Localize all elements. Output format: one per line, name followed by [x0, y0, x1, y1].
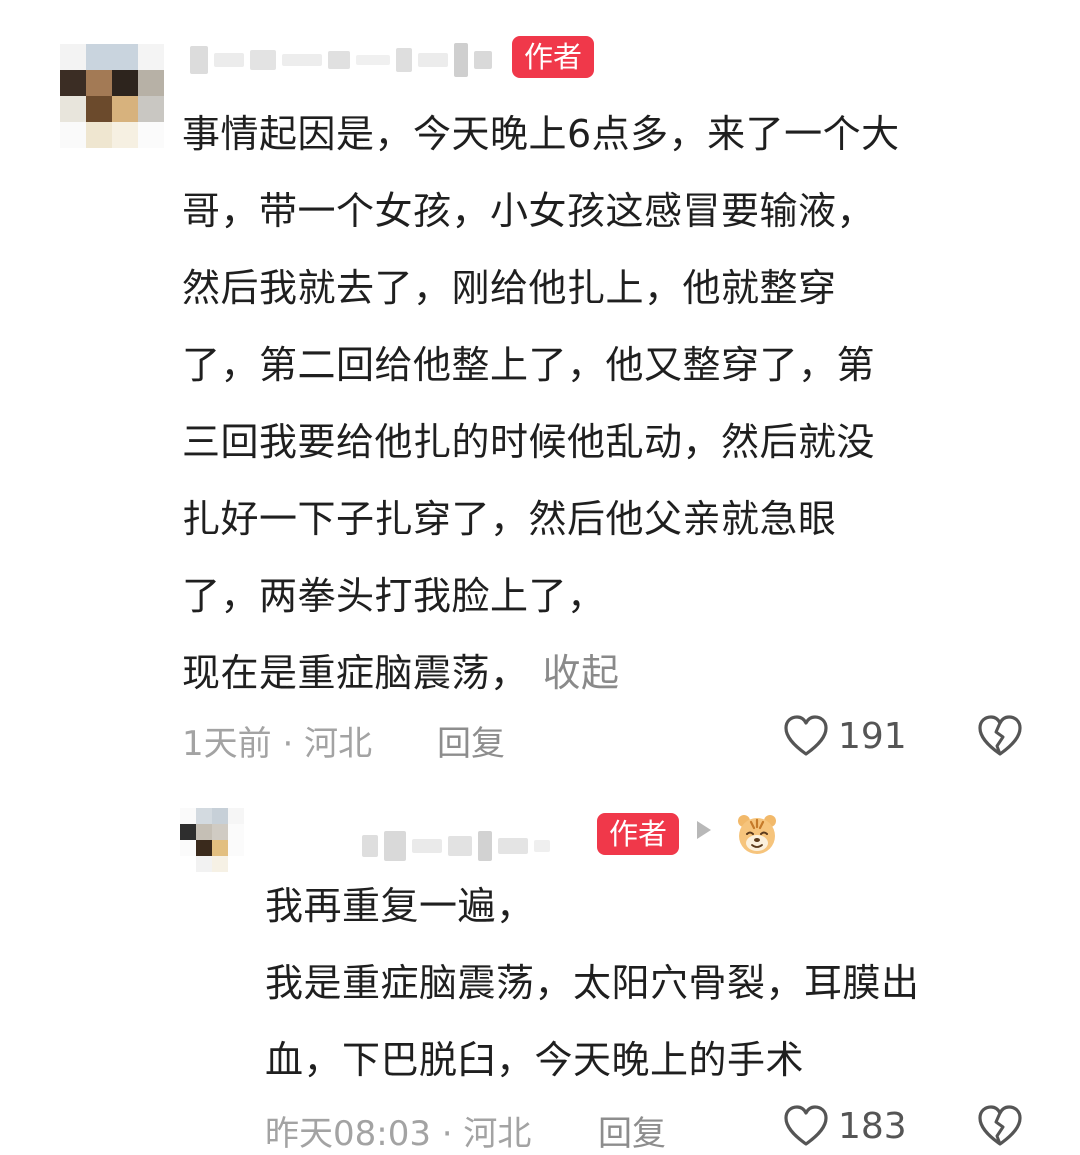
comment-text[interactable]: 事情起因是，今天晚上6点多，来了一个大 哥，带一个女孩，小女孩这感冒要输液， 然…: [182, 96, 1062, 712]
avatar[interactable]: [60, 44, 164, 148]
author-badge: 作者: [512, 36, 595, 78]
comment-time: 1天前: [182, 724, 272, 764]
reply-button[interactable]: 回复: [437, 716, 505, 765]
like-count: 183: [838, 1106, 907, 1147]
avatar[interactable]: [180, 808, 244, 872]
comment-line: 哥，带一个女孩，小女孩这感冒要输液，: [182, 189, 876, 233]
tiger-face-icon: [738, 815, 776, 854]
comment-time: 昨天08:03: [265, 1114, 431, 1154]
heart-outline-icon[interactable]: [782, 1104, 830, 1148]
comment-line: 现在是重症脑震荡，: [182, 651, 529, 695]
comment-meta: 1天前 · 河北: [182, 724, 373, 764]
comment-line: 血，下巴脱臼，今天晚上的手术: [265, 1038, 805, 1082]
broken-heart-icon[interactable]: [976, 1104, 1024, 1148]
comment-location: 河北: [304, 724, 373, 764]
comment-line: 然后我就去了，刚给他扎上，他就整穿: [182, 266, 837, 310]
reply-button[interactable]: 回复: [598, 1106, 666, 1155]
comment-meta: 昨天08:03 · 河北: [265, 1114, 532, 1154]
author-badge: 作者: [597, 813, 680, 855]
comment-line: 我是重症脑震荡，太阳穴骨裂，耳膜出: [265, 961, 920, 1005]
comment-line: 了，第二回给他整上了，他又整穿了，第: [182, 343, 876, 387]
comment-line: 我再重复一遍，: [265, 884, 535, 928]
like-count: 191: [838, 716, 907, 757]
comment-location: 河北: [463, 1114, 532, 1154]
reply-arrow-icon: [697, 821, 711, 839]
broken-heart-icon[interactable]: [976, 714, 1024, 758]
username-blurred[interactable]: [190, 40, 492, 80]
comment-line: 事情起因是，今天晚上6点多，来了一个大: [182, 112, 900, 156]
comment-line: 了，两拳头打我脸上了，: [182, 574, 606, 618]
comment-item: 作者 事情起因是，今天晚上6点多，来了一个大 哥，带一个女孩，小女孩这感冒要输液…: [0, 0, 1080, 790]
collapse-link[interactable]: 收起: [543, 651, 620, 695]
heart-outline-icon[interactable]: [782, 714, 830, 758]
comment-line-last: 现在是重症脑震荡， 收起: [182, 635, 1062, 712]
comment-line: 三回我要给他扎的时候他乱动，然后就没: [182, 420, 876, 464]
comment-line: 扎好一下子扎穿了，然后他父亲就急眼: [182, 497, 837, 541]
username-blurred[interactable]: [362, 826, 550, 866]
reply-comment-text[interactable]: 我再重复一遍， 我是重症脑震荡，太阳穴骨裂，耳膜出 血，下巴脱臼，今天晚上的手术: [265, 868, 1055, 1099]
